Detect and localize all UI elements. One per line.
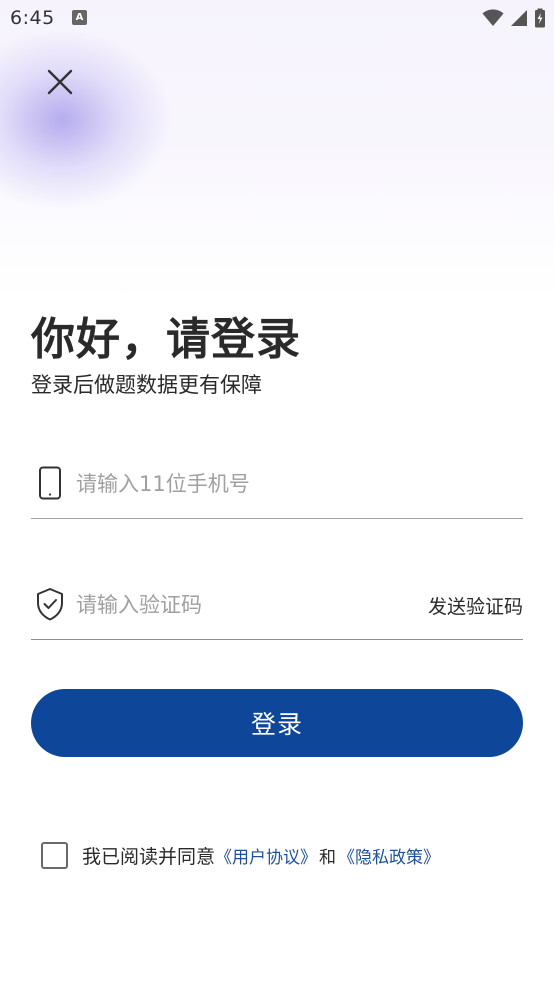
close-button[interactable] xyxy=(40,62,80,102)
agreement-row: 我已阅读并同意 《用户协议》 和 《隐私政策》 xyxy=(41,840,440,870)
user-agreement-link[interactable]: 《用户协议》 xyxy=(215,843,317,868)
page-title: 你好，请登录 xyxy=(31,314,301,365)
close-icon xyxy=(47,69,73,95)
code-field: 发送验证码 xyxy=(31,579,523,640)
agreement-and: 和 xyxy=(319,847,337,868)
background-glow xyxy=(0,0,554,300)
battery-icon xyxy=(535,8,545,28)
verification-code-input[interactable] xyxy=(76,589,396,621)
agreement-prefix: 我已阅读并同意 xyxy=(82,845,216,868)
signal-icon xyxy=(511,10,527,26)
agreement-checkbox[interactable] xyxy=(41,841,68,869)
status-bar: 6:45 A xyxy=(0,0,554,36)
status-indicators xyxy=(482,7,546,29)
status-time: 6:45 xyxy=(10,7,55,29)
login-button[interactable]: 登录 xyxy=(31,689,523,757)
wifi-icon xyxy=(482,9,504,26)
phone-icon xyxy=(39,466,61,500)
privacy-policy-link[interactable]: 《隐私政策》 xyxy=(338,843,440,868)
page-subtitle: 登录后做题数据更有保障 xyxy=(31,373,262,397)
shield-check-icon xyxy=(37,588,63,621)
a-notification-icon: A xyxy=(72,10,87,25)
phone-field xyxy=(31,458,523,519)
phone-input[interactable] xyxy=(76,468,396,500)
send-code-button[interactable]: 发送验证码 xyxy=(428,592,523,619)
